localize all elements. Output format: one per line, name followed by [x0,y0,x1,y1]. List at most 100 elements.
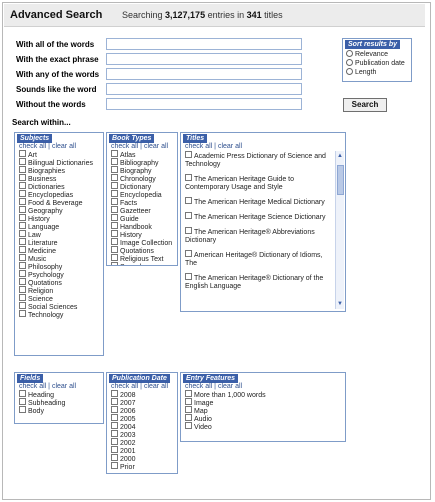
checkbox[interactable] [19,158,26,165]
checkbox[interactable] [185,197,192,204]
book-type-item[interactable]: Quotations [111,246,175,255]
checkbox[interactable] [185,151,192,158]
checkbox[interactable] [19,390,26,397]
scroll-up-icon[interactable]: ▲ [337,153,343,159]
checkbox[interactable] [19,174,26,181]
publication-date-item[interactable]: 2000 [111,454,175,463]
entry-features-check-all[interactable]: check all [185,383,212,390]
checkbox[interactable] [19,246,26,253]
book-type-item[interactable]: Handbook [111,222,175,231]
book-type-item[interactable]: Atlas [111,150,175,159]
checkbox[interactable] [111,390,118,397]
subject-item[interactable]: Law [19,230,101,239]
titles-clear-all[interactable]: clear all [218,143,242,150]
checkbox[interactable] [19,206,26,213]
book-types-clear-all[interactable]: clear all [144,143,168,150]
field-item[interactable]: Subheading [19,398,101,407]
checkbox[interactable] [19,198,26,205]
subject-item[interactable]: Music [19,254,101,263]
scroll-thumb[interactable] [337,165,344,195]
relevance-radio[interactable] [346,50,353,57]
publication-date-item[interactable]: 2003 [111,430,175,439]
publication-date-item[interactable]: 2006 [111,406,175,415]
book-type-item[interactable]: Chronology [111,174,175,183]
subject-item[interactable]: Food & Beverage [19,198,101,207]
checkbox[interactable] [19,230,26,237]
checkbox[interactable] [19,270,26,277]
checkbox[interactable] [19,406,26,413]
entry-feature-item[interactable]: Video [185,422,343,431]
checkbox[interactable] [185,398,192,405]
title-item[interactable]: Academic Press Dictionary of Science and… [185,151,333,169]
subject-item[interactable]: Business [19,174,101,183]
checkbox[interactable] [185,273,192,280]
checkbox[interactable] [19,222,26,229]
checkbox[interactable] [111,190,118,197]
titles-check-all[interactable]: check all [185,143,212,150]
publication-date-item[interactable]: 2001 [111,446,175,455]
book-type-item[interactable]: Dictionary [111,182,175,191]
checkbox[interactable] [185,212,192,219]
any-words-input[interactable] [106,68,302,80]
checkbox[interactable] [111,158,118,165]
checkbox[interactable] [19,150,26,157]
publication-date-item[interactable]: 2005 [111,414,175,423]
subject-item[interactable]: Science [19,294,101,303]
checkbox[interactable] [111,438,118,445]
book-type-item[interactable]: Biography [111,166,175,175]
title-item[interactable]: The American Heritage® Dictionary of the… [185,273,333,291]
checkbox[interactable] [111,254,118,261]
book-type-item[interactable]: Guide [111,214,175,223]
checkbox[interactable] [111,446,118,453]
subject-item[interactable]: Religion [19,286,101,295]
entry-features-clear-all[interactable]: clear all [218,383,242,390]
publication-date-radio[interactable] [346,59,353,66]
subject-item[interactable]: Medicine [19,246,101,255]
publication-date-item[interactable]: 2002 [111,438,175,447]
checkbox[interactable] [19,286,26,293]
checkbox[interactable] [19,262,26,269]
subject-item[interactable]: Language [19,222,101,231]
fields-check-all[interactable]: check all [19,383,46,390]
book-type-item[interactable]: Speeches [111,262,175,265]
publication-date-item[interactable]: 2007 [111,398,175,407]
scroll-down-icon[interactable]: ▼ [337,301,343,307]
title-item[interactable]: The American Heritage® Abbreviations Dic… [185,227,333,245]
checkbox[interactable] [111,198,118,205]
checkbox[interactable] [19,302,26,309]
entry-feature-item[interactable]: Map [185,406,343,415]
checkbox[interactable] [185,406,192,413]
subject-item[interactable]: Social Sciences [19,302,101,311]
all-words-input[interactable] [106,38,302,50]
publication-date-item[interactable]: Prior [111,462,175,471]
checkbox[interactable] [111,166,118,173]
checkbox[interactable] [19,166,26,173]
length-radio[interactable] [346,68,353,75]
sort-publication-date-option[interactable]: Publication date [346,59,405,67]
checkbox[interactable] [185,414,192,421]
checkbox[interactable] [111,414,118,421]
subjects-clear-all[interactable]: clear all [52,143,76,150]
checkbox[interactable] [185,227,192,234]
titles-scrollbar[interactable]: ▲ ▼ [335,151,344,309]
checkbox[interactable] [111,406,118,413]
checkbox[interactable] [19,398,26,405]
checkbox[interactable] [19,254,26,261]
fields-clear-all[interactable]: clear all [52,383,76,390]
checkbox[interactable] [111,214,118,221]
book-type-item[interactable]: Bibliography [111,158,175,167]
subject-item[interactable]: History [19,214,101,223]
entry-feature-item[interactable]: Image [185,398,343,407]
publication-date-item[interactable]: 2004 [111,422,175,431]
publication-date-clear-all[interactable]: clear all [144,383,168,390]
publication-date-item[interactable]: 2008 [111,390,175,399]
sort-relevance-option[interactable]: Relevance [346,50,388,58]
subject-item[interactable]: Geography [19,206,101,215]
checkbox[interactable] [19,182,26,189]
subject-item[interactable]: Quotations [19,278,101,287]
checkbox[interactable] [111,454,118,461]
subject-item[interactable]: Philosophy [19,262,101,271]
book-type-item[interactable]: History [111,230,175,239]
book-types-check-all[interactable]: check all [111,143,138,150]
checkbox[interactable] [111,206,118,213]
